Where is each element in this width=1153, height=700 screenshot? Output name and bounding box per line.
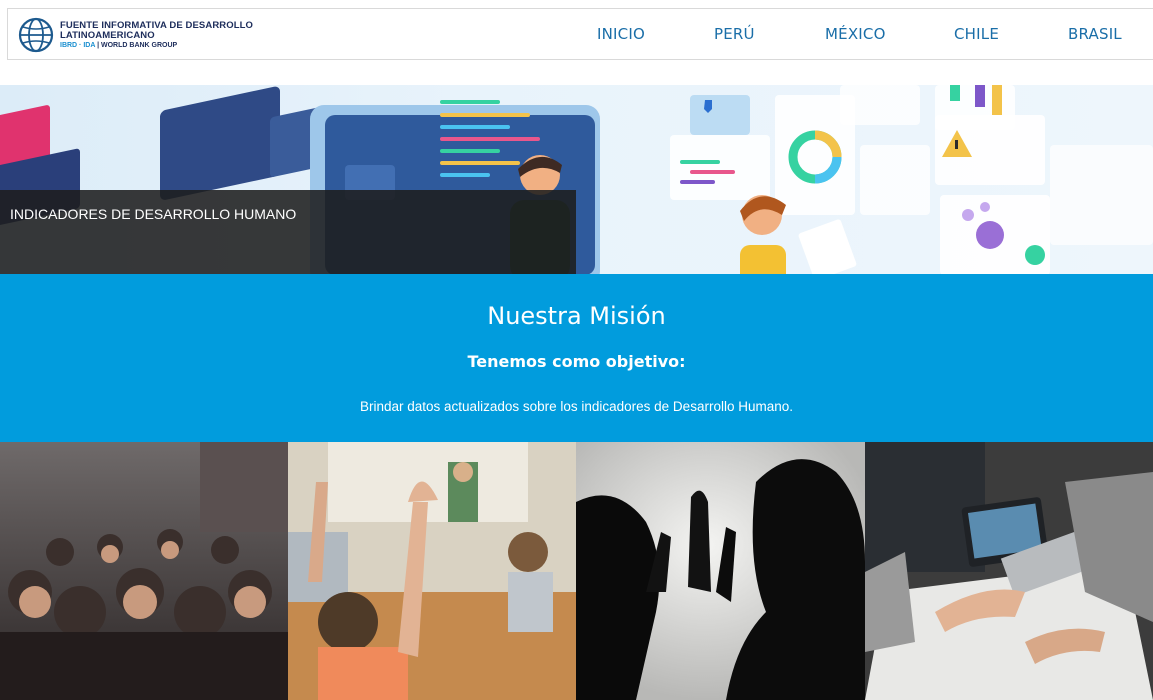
photo-crowd[interactable] [0, 442, 288, 700]
globe-icon [18, 17, 54, 53]
world-bank-logo[interactable]: FUENTE INFORMATIVA DE DESARROLLO LATINOA… [18, 17, 253, 53]
logo-ibrd: IBRD · IDA [60, 42, 96, 49]
mission-subtitle: Tenemos como objetivo: [467, 352, 686, 371]
mission-text: Brindar datos actualizados sobre los ind… [360, 399, 793, 414]
nav-mexico[interactable]: MÉXICO [825, 25, 886, 43]
nav-brasil[interactable]: BRASIL [1068, 25, 1122, 43]
hero-banner: INDICADORES DE DESARROLLO HUMANO [0, 85, 1153, 274]
hero-caption: INDICADORES DE DESARROLLO HUMANO [10, 206, 297, 222]
mission-title: Nuestra Misión [487, 302, 666, 330]
hero-caption-box: INDICADORES DE DESARROLLO HUMANO [0, 190, 576, 274]
photo-gallery [0, 442, 1153, 700]
mission-section: Nuestra Misión Tenemos como objetivo: Br… [0, 274, 1153, 442]
photo-silhouettes[interactable] [576, 442, 865, 700]
logo-wbg: WORLD BANK GROUP [101, 42, 178, 49]
nav-peru[interactable]: PERÚ [714, 25, 755, 43]
photo-classroom[interactable] [288, 442, 576, 700]
logo-title-line2: LATINOAMERICANO [60, 29, 155, 41]
site-header: FUENTE INFORMATIVA DE DESARROLLO LATINOA… [7, 8, 1153, 60]
photo-teamwork[interactable] [865, 442, 1153, 700]
nav-inicio[interactable]: INICIO [597, 25, 645, 43]
nav-chile[interactable]: CHILE [954, 25, 999, 43]
